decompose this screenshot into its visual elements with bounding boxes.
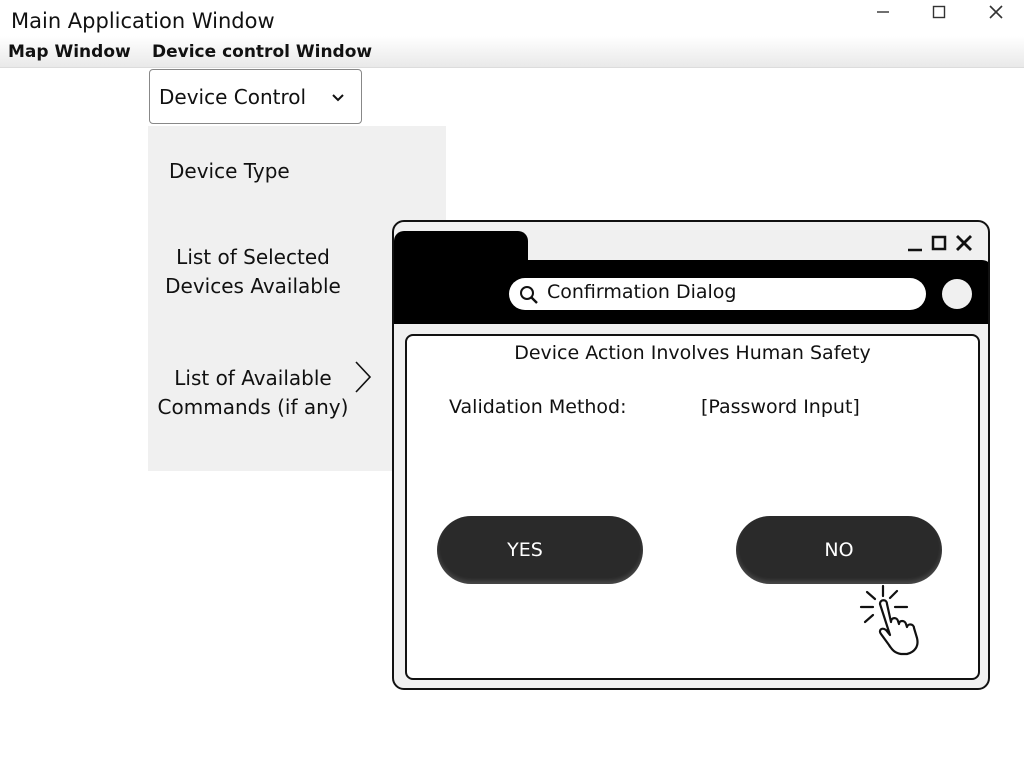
password-input[interactable]: [Password Input] [701, 396, 860, 418]
dialog-close-button[interactable] [954, 232, 974, 254]
maximize-icon [931, 235, 947, 251]
maximize-icon [932, 5, 946, 19]
app-title: Main Application Window [11, 9, 275, 33]
maximize-button[interactable] [919, 0, 959, 24]
chevron-down-icon [332, 94, 344, 102]
no-button[interactable]: NO [736, 516, 942, 584]
confirmation-dialog: Confirmation Dialog Device Action Involv… [392, 220, 990, 690]
chevron-right-icon[interactable] [353, 360, 373, 394]
yes-button[interactable]: YES [437, 516, 643, 584]
dialog-minimize-button[interactable] [906, 232, 924, 254]
dropdown-selected-value: Device Control [159, 85, 307, 109]
dialog-maximize-button[interactable] [930, 232, 948, 254]
close-button[interactable] [976, 0, 1016, 24]
validation-method-label: Validation Method: [449, 396, 627, 418]
dialog-title: Confirmation Dialog [547, 281, 737, 303]
selected-devices-item[interactable]: List of Selected Devices Available [148, 243, 358, 301]
device-type-item[interactable]: Device Type [169, 157, 290, 186]
menu-map-window[interactable]: Map Window [8, 42, 131, 62]
menu-device-control-window[interactable]: Device control Window [152, 42, 372, 62]
device-control-dropdown[interactable]: Device Control [149, 69, 362, 124]
menu-bar: Map Window Device control Window [0, 36, 1024, 68]
search-icon [520, 286, 538, 304]
hand-click-icon [859, 584, 919, 656]
selected-devices-line-2: Devices Available [165, 274, 341, 298]
available-commands-item[interactable]: List of Available Commands (if any) [148, 364, 358, 422]
dialog-circle-button[interactable] [942, 279, 972, 309]
minimize-icon [908, 248, 922, 252]
yes-button-label: YES [507, 539, 543, 561]
selected-devices-line-1: List of Selected [176, 245, 330, 269]
close-icon [956, 235, 972, 251]
available-commands-line-1: List of Available [174, 366, 332, 390]
title-bar: Main Application Window [0, 0, 1024, 36]
dialog-body: Device Action Involves Human Safety Vali… [405, 334, 980, 680]
minimize-button[interactable] [863, 0, 903, 24]
no-button-label: NO [824, 539, 854, 561]
dialog-heading: Device Action Involves Human Safety [514, 342, 871, 364]
device-type-label: Device Type [169, 159, 290, 183]
available-commands-line-2: Commands (if any) [157, 395, 349, 419]
close-icon [989, 5, 1003, 19]
dialog-search-field[interactable]: Confirmation Dialog [509, 278, 926, 310]
minimize-icon [877, 11, 889, 13]
